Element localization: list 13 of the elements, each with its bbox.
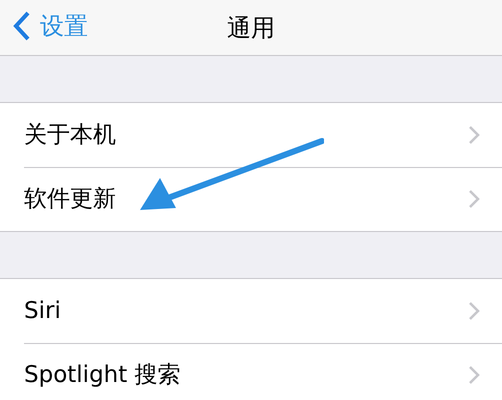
settings-row[interactable]: Spotlight 搜索 bbox=[0, 343, 502, 400]
settings-row[interactable]: 关于本机 bbox=[0, 103, 502, 167]
chevron-right-icon bbox=[468, 189, 480, 209]
chevron-right-icon bbox=[468, 301, 480, 321]
row-label: Siri bbox=[24, 296, 61, 326]
page-title: 通用 bbox=[227, 12, 275, 44]
settings-row[interactable]: Siri bbox=[0, 279, 502, 343]
row-label: 关于本机 bbox=[24, 120, 116, 150]
chevron-right-icon bbox=[468, 125, 480, 145]
chevron-right-icon bbox=[468, 365, 480, 385]
row-label: Spotlight 搜索 bbox=[24, 360, 181, 390]
back-chevron-icon bbox=[12, 10, 32, 42]
row-label: 软件更新 bbox=[24, 184, 116, 214]
